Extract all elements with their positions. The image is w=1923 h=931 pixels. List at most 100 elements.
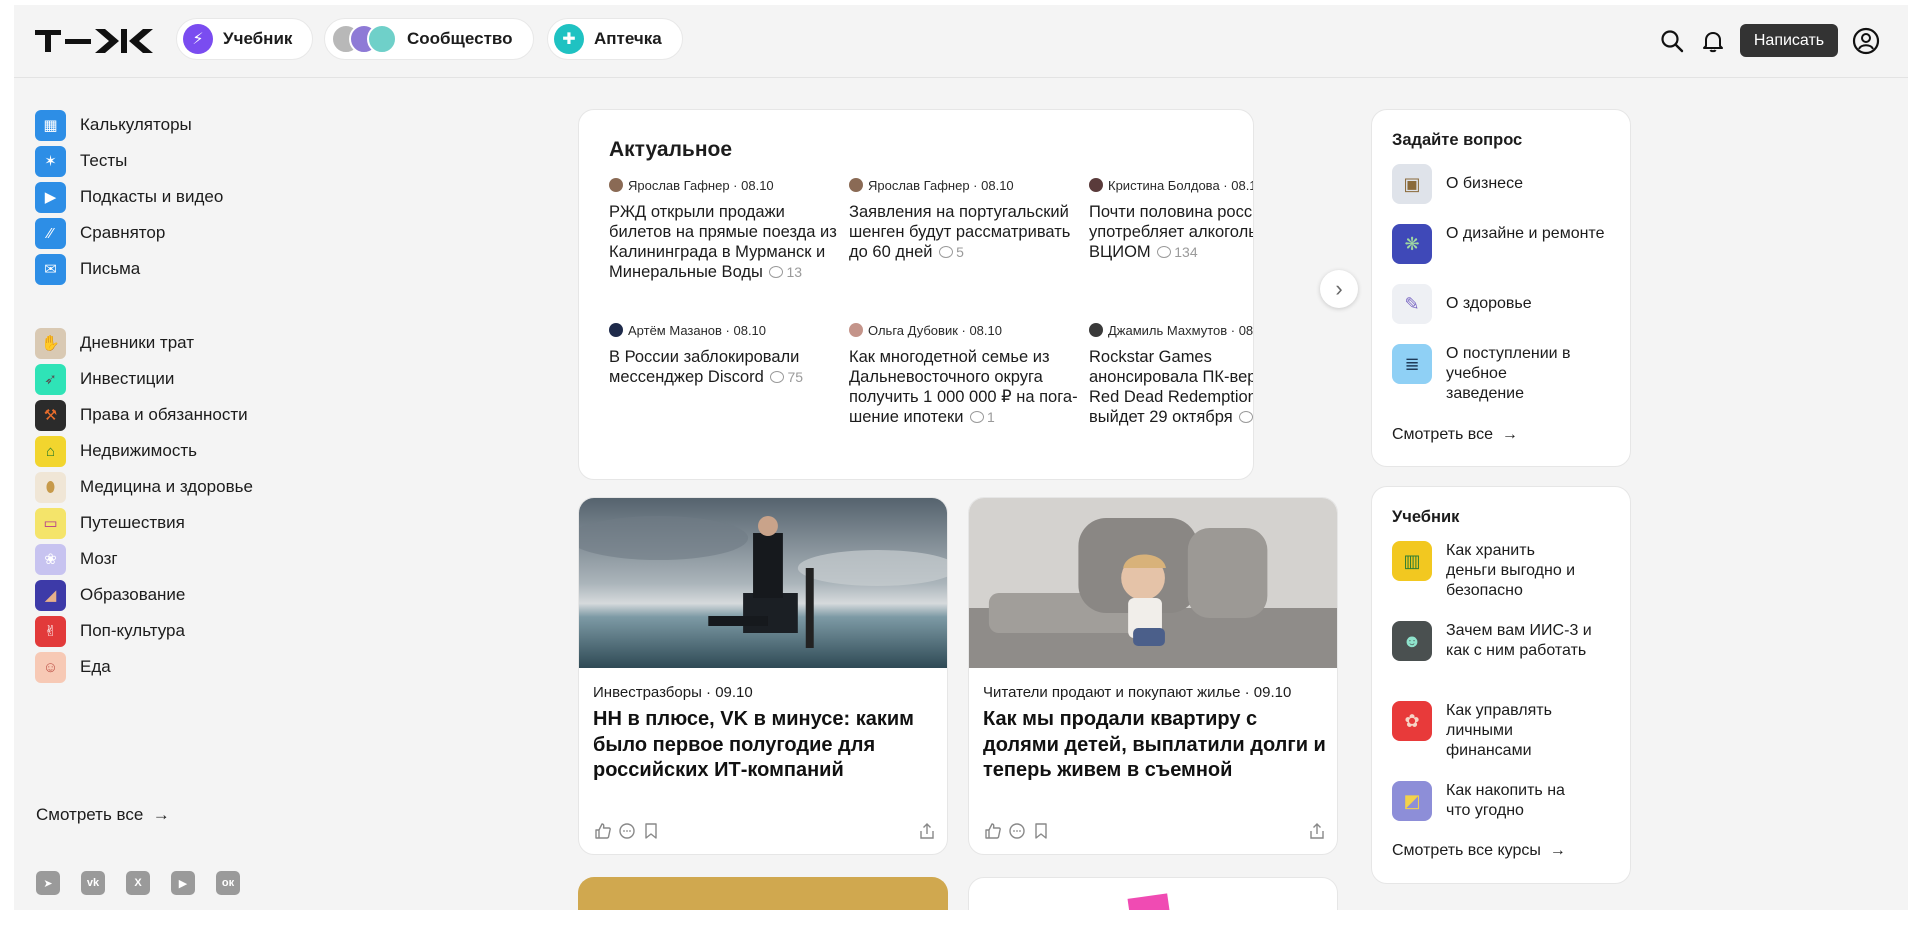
piggy-icon: ✿ [1392, 701, 1432, 741]
nav-item-travel[interactable]: ▭ Путешествия [35, 505, 185, 541]
nav-item-rights[interactable]: ⚒ Права и обязанности [35, 397, 248, 433]
ok-icon[interactable]: ок [216, 871, 240, 895]
textbook-pill[interactable]: ⚡ Учебник [176, 18, 314, 60]
nav-item-label: Недвижимость [80, 441, 197, 460]
nav-item-education[interactable]: ◢ Образование [35, 577, 185, 613]
news-item[interactable]: Ольга Дубовик · 08.10 Как многодетной се… [849, 321, 1081, 427]
article-card[interactable]: Инвестразборы · 09.10 НН в плюсе, VK в м… [578, 497, 948, 855]
nav-item-comparator[interactable]: ⁄⁄ Сравнятор [35, 215, 165, 251]
ask-item-label: О дизайне и ремонте [1446, 225, 1605, 242]
news-author: Джамиль Махмутов [1108, 322, 1228, 338]
nav-item-calculators[interactable]: ▦ Калькуляторы [35, 107, 192, 143]
nav-item-label: Образование [80, 585, 186, 604]
ask-item-health[interactable]: ✎ О здоровье [1392, 284, 1616, 324]
news-item[interactable]: Ярослав Гафнер · 08.10 Заявления на порт… [849, 176, 1081, 262]
article-actions [593, 821, 937, 841]
pharmacy-pill[interactable]: ✚ Аптечка [547, 18, 683, 60]
news-author: Кристина Болдова [1108, 177, 1220, 193]
bell-icon[interactable] [1697, 25, 1729, 57]
write-button[interactable]: Написать [1740, 24, 1838, 57]
news-author: Ярослав Гафнер [628, 177, 730, 193]
course-item-label: Как накопить на что угодно [1446, 782, 1565, 819]
course-item[interactable]: ✿ Как управлять личными финансами [1392, 701, 1576, 761]
article-card[interactable]: Читатели продают и покупают жилье · 09.1… [968, 497, 1338, 855]
comment-icon [939, 246, 954, 258]
logo[interactable] [35, 28, 157, 54]
article-card-preview[interactable] [578, 877, 948, 910]
search-icon[interactable] [1656, 25, 1688, 57]
nav-item-investments[interactable]: ➶ Инвестиции [35, 361, 174, 397]
health-icon: ✎ [1392, 284, 1432, 324]
nav-item-label: Путешествия [80, 513, 185, 532]
article-image [1127, 893, 1171, 910]
comments-count: 75 [768, 369, 803, 385]
diary-icon: ✋ [35, 327, 66, 359]
profile-icon[interactable] [1850, 25, 1882, 57]
notebook-icon: ≣ [1392, 344, 1432, 384]
nav-item-realty[interactable]: ⌂ Недвижимость [35, 433, 197, 469]
food-icon: ☺ [35, 651, 66, 683]
nav-item-label: Инвестиции [80, 369, 175, 388]
ask-item-business[interactable]: ▣ О бизнесе [1392, 164, 1616, 204]
comments-count: 1 [968, 409, 995, 425]
nav-item-food[interactable]: ☺ Еда [35, 649, 111, 685]
nav-item-podcasts[interactable]: ▶ Подкасты и видео [35, 179, 223, 215]
community-pill-label: Сообщество [407, 29, 513, 48]
ask-item-admission[interactable]: ≣ О поступлении в учебное заведение [1392, 344, 1586, 404]
telegram-icon[interactable]: ➤ [36, 871, 60, 895]
like-icon[interactable] [983, 821, 1003, 841]
textbook-title: Учебник [1392, 508, 1460, 526]
youtube-icon[interactable]: ▶ [171, 871, 195, 895]
news-item[interactable]: Артём Мазанов · 08.10 В России заблокиро… [609, 321, 841, 387]
nav-item-spending-diaries[interactable]: ✋ Дневники трат [35, 325, 194, 361]
next-arrow-button[interactable]: › [1320, 270, 1358, 308]
comment-icon [769, 266, 784, 278]
course-item[interactable]: ☻ Зачем вам ИИС-3 и как с ним работать [1392, 621, 1606, 661]
book-icon: ◢ [35, 579, 66, 611]
pharmacy-icon: ✚ [554, 24, 584, 54]
hand-icon: ✌ [35, 615, 66, 647]
nav-item-label: Еда [80, 657, 111, 676]
nav-item-letters[interactable]: ✉ Письма [35, 251, 140, 287]
news-item[interactable]: Джамиль Махмутов · 08.10 Rockstar Games … [1089, 321, 1254, 427]
nav-item-label: Мозг [80, 549, 118, 568]
course-item[interactable]: ◩ Как накопить на что угодно [1392, 781, 1576, 821]
article-card-preview[interactable] [968, 877, 1338, 910]
nav-item-medicine[interactable]: ⬮ Медицина и здоровье [35, 469, 253, 505]
article-title[interactable]: НН в плюсе, VK в минусе: каким было перв… [593, 707, 938, 784]
ask-see-all-link[interactable]: Смотреть все → [1392, 426, 1518, 444]
news-item[interactable]: Кристина Болдова · 08.10 Почти половина … [1089, 176, 1253, 262]
brain-icon: ❀ [35, 543, 66, 575]
share-icon[interactable] [1307, 821, 1327, 841]
news-date: 08.10 [733, 322, 767, 338]
bookmark-icon[interactable] [1031, 821, 1051, 841]
community-pill[interactable]: Сообщество [324, 18, 534, 60]
comment-icon[interactable] [1007, 821, 1027, 841]
comments-count-value: 75 [787, 369, 804, 385]
vk-icon[interactable]: vk [81, 871, 105, 895]
news-item[interactable]: Ярослав Гафнер · 08.10 РЖД открыли прода… [609, 176, 841, 282]
nav-item-label: Права и обязанности [80, 405, 248, 424]
news-date: 08.10 [981, 177, 1014, 193]
comment-icon [1239, 411, 1253, 423]
nav-see-all-link[interactable]: Смотреть все → [36, 805, 170, 825]
nav-item-pop-culture[interactable]: ✌ Поп-культура [35, 613, 185, 649]
comment-icon[interactable] [617, 821, 637, 841]
share-icon[interactable] [917, 821, 937, 841]
comments-count-value: 5 [956, 244, 964, 260]
like-icon[interactable] [593, 821, 613, 841]
article-image [579, 498, 947, 668]
nav-item-brain[interactable]: ❀ Мозг [35, 541, 118, 577]
calculator-icon: ▦ [35, 109, 66, 141]
play-icon: ▶ [35, 181, 66, 213]
news-date: 08.10 [1238, 322, 1254, 338]
actual-title: Актуальное [609, 138, 733, 161]
bookmark-icon[interactable] [641, 821, 661, 841]
nav-item-tests[interactable]: ✶ Тесты [35, 143, 127, 179]
article-title[interactable]: Как мы продали квартиру с долями детей, … [983, 707, 1328, 784]
comments-count: 5 [937, 244, 964, 260]
x-icon[interactable]: X [126, 871, 150, 895]
ask-item-design[interactable]: ❋ О дизайне и ремонте [1392, 224, 1616, 264]
textbook-see-all-link[interactable]: Смотреть все курсы → [1392, 842, 1566, 860]
course-item[interactable]: ▥ Как хранить деньги выгодно и безопасно [1392, 541, 1586, 601]
